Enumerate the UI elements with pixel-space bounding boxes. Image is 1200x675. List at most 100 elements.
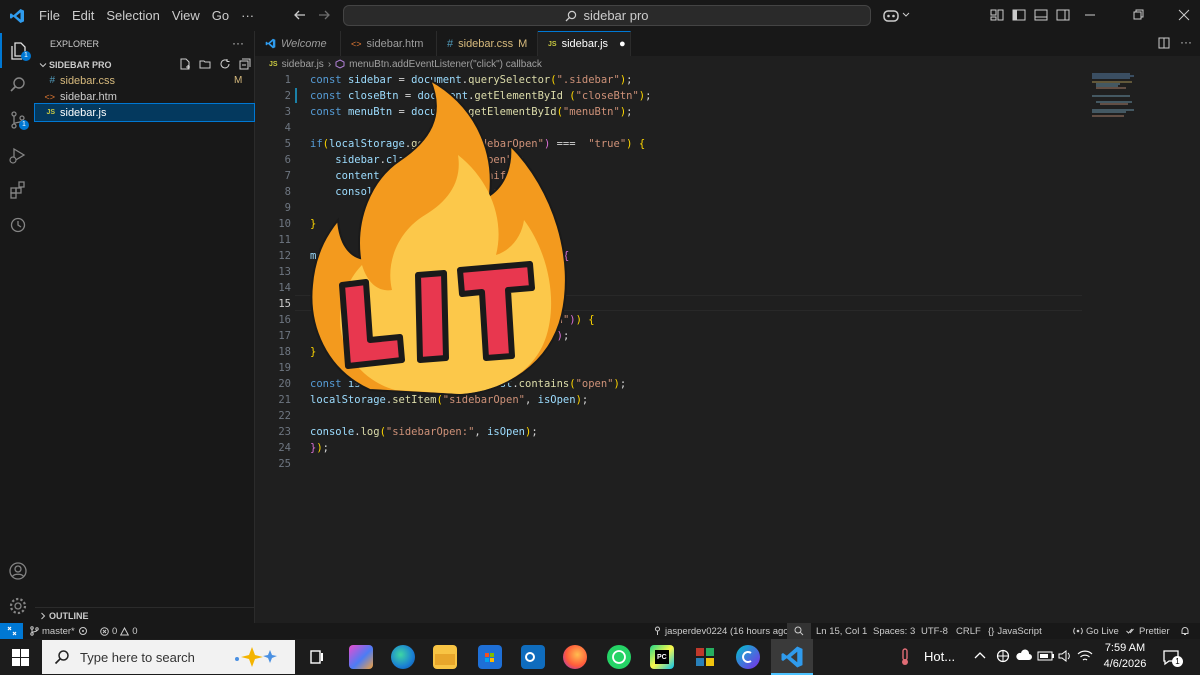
accounts-activity[interactable] <box>0 553 35 588</box>
wifi-icon[interactable] <box>1077 649 1093 663</box>
css-file-icon: # <box>447 37 454 50</box>
vscode-icon <box>780 645 804 669</box>
prettier-button[interactable]: Prettier <box>1126 623 1170 639</box>
branch-indicator[interactable]: master* <box>30 623 88 639</box>
toggle-secondary-sidebar-icon[interactable] <box>1056 8 1070 22</box>
menu-file[interactable]: File <box>33 8 66 23</box>
weather-text[interactable]: Hot... <box>924 649 955 664</box>
taskbar-search[interactable]: Type here to search <box>42 640 295 674</box>
new-folder-icon[interactable] <box>199 58 211 70</box>
menu-more[interactable]: ··· <box>235 8 260 23</box>
chevron-up-icon[interactable] <box>974 649 986 663</box>
run-debug-icon <box>8 145 28 165</box>
microsoft-store-icon[interactable] <box>478 645 502 669</box>
account-icon <box>8 561 28 581</box>
vscode-taskbar-button[interactable] <box>771 639 813 675</box>
problems-indicator[interactable]: 0 0 <box>100 623 138 639</box>
outline-section[interactable]: OUTLINE <box>35 607 254 624</box>
git-modified-marker <box>295 88 297 103</box>
file-item-sidebar-js[interactable]: JS sidebar.js <box>34 103 255 122</box>
breadcrumb-symbol[interactable]: menuBtn.addEventListener("click") callba… <box>349 59 542 70</box>
git-blame[interactable]: jasperdev0224 (16 hours ago) <box>653 623 792 639</box>
explorer-more-icon[interactable]: ··· <box>232 36 244 50</box>
file-item-sidebar-css[interactable]: # sidebar.css M <box>35 72 254 89</box>
refresh-icon[interactable] <box>219 58 231 70</box>
tab-sidebar-js[interactable]: JS sidebar.js ● <box>538 31 631 56</box>
copilot-button[interactable] <box>882 7 910 23</box>
manage-activity[interactable] <box>0 588 35 623</box>
folder-actions <box>179 58 251 70</box>
timeline-activity[interactable] <box>0 207 35 242</box>
language-mode[interactable]: {} JavaScript <box>988 623 1042 639</box>
back-arrow-icon[interactable] <box>293 8 307 22</box>
menu-edit[interactable]: Edit <box>66 8 100 23</box>
outlook-icon[interactable] <box>521 645 545 669</box>
line-number: 6 <box>284 154 291 166</box>
volume-icon[interactable] <box>1057 649 1073 663</box>
breadcrumb-file[interactable]: sidebar.js <box>282 59 324 70</box>
menu-selection[interactable]: Selection <box>100 8 165 23</box>
end-of-line[interactable]: CRLF <box>956 623 981 639</box>
cloud-icon[interactable] <box>1015 649 1033 663</box>
indentation[interactable]: Spaces: 3 <box>873 623 915 639</box>
network-drive-icon[interactable] <box>995 649 1011 663</box>
copilot-icon <box>882 7 900 23</box>
tab-welcome[interactable]: Welcome <box>255 31 341 56</box>
explorer-activity[interactable]: 1 <box>0 33 35 68</box>
zoom-button[interactable] <box>787 623 811 639</box>
modified-badge: M <box>518 37 528 50</box>
customize-layout-icon[interactable] <box>990 8 1004 22</box>
line-number: 7 <box>284 170 291 182</box>
new-file-icon[interactable] <box>179 58 191 70</box>
editor-more-icon[interactable]: ··· <box>1180 35 1192 49</box>
collapse-all-icon[interactable] <box>239 58 251 70</box>
edge-browser-icon[interactable] <box>391 645 415 669</box>
menu-go[interactable]: Go <box>206 8 235 23</box>
clock-time[interactable]: 7:59 AM <box>1100 642 1150 654</box>
firefox-icon[interactable] <box>563 645 587 669</box>
clock-date[interactable]: 4/6/2026 <box>1100 658 1150 670</box>
windows-taskbar: Type here to search PC Hot... 7:59 AM 4/… <box>0 639 1200 675</box>
canva-icon[interactable] <box>736 645 760 669</box>
line-number: 21 <box>278 394 291 406</box>
windows-start-icon[interactable] <box>12 649 29 666</box>
forward-arrow-icon[interactable] <box>317 8 331 22</box>
toggle-primary-sidebar-icon[interactable] <box>1012 8 1026 22</box>
battery-icon[interactable] <box>1037 649 1055 663</box>
encoding[interactable]: UTF-8 <box>921 623 948 639</box>
minimap[interactable] <box>1090 72 1160 132</box>
copilot-app-icon[interactable] <box>349 645 373 669</box>
split-editor-icon[interactable] <box>1158 37 1170 49</box>
search-activity[interactable] <box>0 67 35 102</box>
minimize-button[interactable] <box>1084 8 1096 22</box>
close-button[interactable] <box>1178 8 1190 22</box>
source-control-activity[interactable]: 1 <box>0 102 35 137</box>
tab-sidebar-htm[interactable]: <> sidebar.htm <box>341 31 437 56</box>
outline-label: OUTLINE <box>49 611 89 621</box>
whatsapp-icon[interactable] <box>607 645 631 669</box>
toggle-panel-icon[interactable] <box>1034 8 1048 22</box>
task-view-icon[interactable] <box>305 645 329 669</box>
unsaved-dot-icon[interactable]: ● <box>613 38 626 50</box>
extensions-activity[interactable] <box>0 172 35 207</box>
file-item-sidebar-htm[interactable]: <> sidebar.htm <box>35 88 254 105</box>
line-number: 13 <box>278 266 291 278</box>
command-center-search[interactable]: sidebar pro <box>343 5 871 26</box>
cursor-position[interactable]: Ln 15, Col 1 <box>816 623 867 639</box>
explorer-sidebar: EXPLORER ··· SIDEBAR PRO # sidebar.css M… <box>34 31 255 624</box>
tab-label: sidebar.js <box>561 38 609 50</box>
remote-button[interactable] <box>0 623 23 639</box>
go-live-button[interactable]: Go Live <box>1073 623 1119 639</box>
folder-name: SIDEBAR PRO <box>49 59 112 70</box>
restore-button[interactable] <box>1133 8 1145 22</box>
winrar-icon[interactable] <box>693 645 717 669</box>
notification-center-icon[interactable]: 1 <box>1162 648 1183 667</box>
layout-controls <box>990 8 1070 22</box>
pycharm-icon[interactable]: PC <box>650 645 674 669</box>
menu-view[interactable]: View <box>166 8 206 23</box>
file-explorer-icon[interactable] <box>433 645 457 669</box>
tab-sidebar-css[interactable]: # sidebar.css M <box>437 31 538 56</box>
run-debug-activity[interactable] <box>0 137 35 172</box>
thermometer-weather-icon[interactable] <box>895 647 915 667</box>
notifications-bell-icon[interactable] <box>1180 623 1190 639</box>
